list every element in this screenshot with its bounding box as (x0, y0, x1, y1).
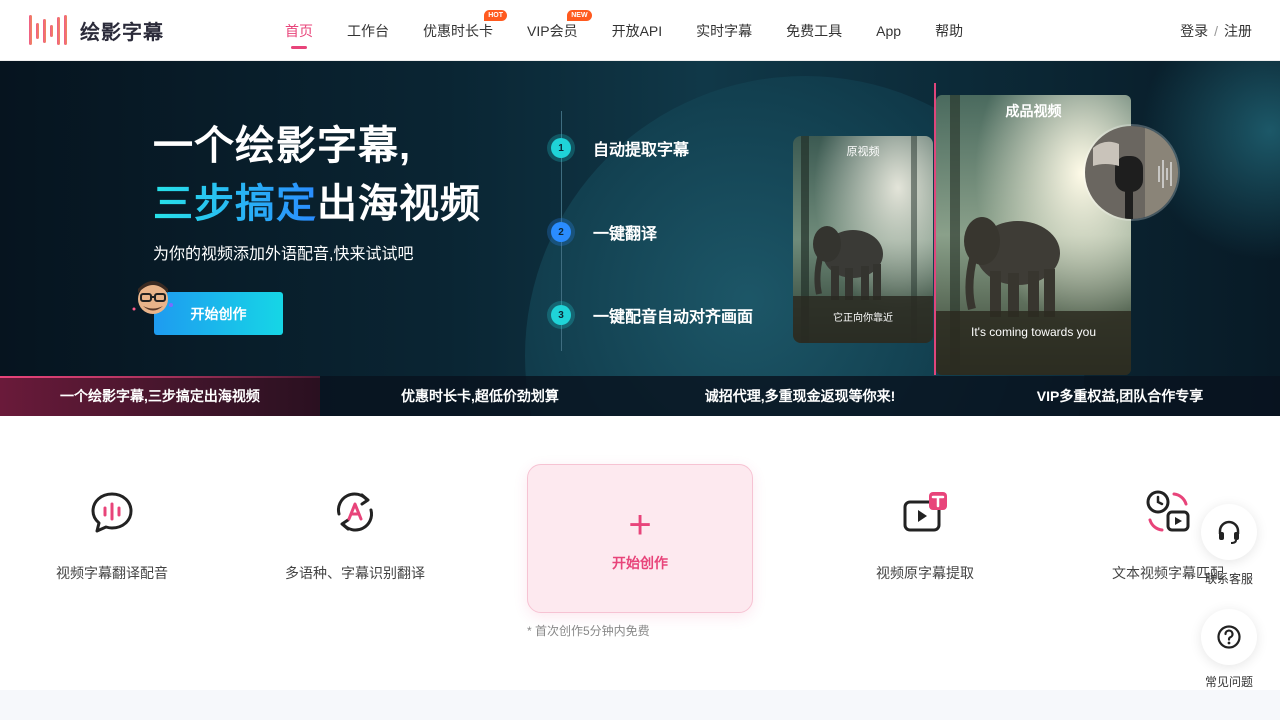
promo-label: 优惠时长卡,超低价劲划算 (401, 388, 559, 404)
hero-title-line2: 三步搞定出海视频 (153, 171, 481, 229)
voice-recording-thumbnail (1083, 124, 1180, 221)
speech-bubble-icon (91, 492, 133, 533)
feature-label: 视频字幕翻译配音 (56, 565, 168, 581)
plus-icon: + (628, 502, 652, 547)
original-video-caption: 它正向你靠近 (833, 313, 893, 324)
customer-service-label: 联系客服 (1204, 572, 1253, 586)
hero-start-label: 开始创作 (190, 305, 247, 322)
promo-item-duration-card[interactable]: 优惠时长卡,超低价劲划算 (320, 376, 640, 416)
step-1: 1 自动提取字幕 (551, 136, 689, 160)
auth-links: 登录 / 注册 (1180, 0, 1252, 61)
final-video-title: 成品视频 (1005, 103, 1062, 119)
feature-subtitle-extract[interactable]: 视频原字幕提取 (875, 488, 975, 583)
promo-label: 诚招代理,多重现金返现等你来! (704, 388, 896, 404)
nav-item-home[interactable]: 首页 (285, 0, 313, 61)
nav-item-vip[interactable]: VIP会员 NEW (527, 0, 592, 61)
hero-banner: 一个绘影字幕, 三步搞定出海视频 为你的视频添加外语配音,快来试试吧 开始创作 … (0, 61, 1280, 416)
nav-item-duration-card[interactable]: 优惠时长卡 HOT (423, 0, 507, 61)
waveform-logo-icon (29, 15, 67, 45)
nav-item-workspace[interactable]: 工作台 (347, 0, 389, 61)
brand-name: 绘影字幕 (80, 21, 164, 44)
free-trial-note: * 首次创作5分钟内免费 (527, 624, 650, 638)
promo-label: VIP多重权益,团队合作专享 (1036, 388, 1204, 404)
new-badge: NEW (567, 10, 592, 21)
nav-item-app[interactable]: App (876, 0, 901, 61)
main-nav: 首页 工作台 优惠时长卡 HOT VIP会员 NEW 开放API 实时字幕 免费… (268, 0, 980, 61)
step-2: 2 一键翻译 (551, 220, 657, 244)
features-section: 视频字幕翻译配音 多语种、字幕识别翻译 + 开始创作 * 首次创作5分钟内免费 … (0, 416, 1280, 690)
nav-item-label: 实时字幕 (696, 22, 753, 39)
start-create-card[interactable]: + 开始创作 (527, 464, 753, 613)
nav-item-label: 工作台 (347, 22, 389, 39)
nav-item-free-tools[interactable]: 免费工具 (786, 0, 842, 61)
nav-item-open-api[interactable]: 开放API (612, 0, 663, 61)
step-3: 3 一键配音自动对齐画面 (551, 303, 753, 327)
nav-item-label: 帮助 (935, 22, 964, 39)
faq-button[interactable] (1201, 609, 1257, 665)
top-header: 绘影字幕 首页 工作台 优惠时长卡 HOT VIP会员 NEW 开放API 实时… (0, 0, 1280, 61)
promo-strip: 一个绘影字幕,三步搞定出海视频 优惠时长卡,超低价劲划算 诚招代理,多重现金返现… (0, 376, 1280, 416)
question-circle-icon (1217, 625, 1241, 649)
faq-label: 常见问题 (1204, 675, 1253, 689)
original-video-title: 原视频 (846, 146, 880, 158)
step-label: 自动提取字幕 (593, 142, 690, 159)
hero-title-highlight: 三步搞定 (153, 182, 317, 226)
nav-item-realtime-subtitles[interactable]: 实时字幕 (696, 0, 752, 61)
step-label: 一键翻译 (593, 226, 658, 243)
auth-separator: / (1214, 22, 1218, 39)
hero-subtitle: 为你的视频添加外语配音,快来试试吧 (153, 246, 414, 263)
feature-multilang-recognize[interactable]: 多语种、字幕识别翻译 (284, 488, 426, 583)
final-video-caption: It's coming towards you (970, 325, 1096, 339)
feature-translate-dub[interactable]: 视频字幕翻译配音 (55, 488, 169, 583)
step-number: 3 (551, 305, 571, 325)
promo-item-vip[interactable]: VIP多重权益,团队合作专享 (960, 376, 1280, 416)
feature-label: 视频原字幕提取 (876, 565, 974, 581)
nav-item-help[interactable]: 帮助 (935, 0, 963, 61)
hero-title-line1: 一个绘影字幕, (153, 124, 412, 168)
feature-label: 多语种、字幕识别翻译 (285, 565, 425, 581)
hero-title-rest: 出海视频 (317, 182, 481, 226)
translate-cycle-icon (337, 492, 373, 532)
login-link[interactable]: 登录 (1180, 21, 1208, 41)
nav-item-label: 开放API (611, 22, 663, 39)
customer-service-button[interactable] (1201, 504, 1257, 560)
nav-item-label: VIP会员 (527, 22, 578, 39)
nav-item-label: 首页 (285, 22, 313, 39)
register-link[interactable]: 注册 (1224, 21, 1252, 41)
nav-item-label: 优惠时长卡 (423, 22, 493, 39)
promo-item-agent[interactable]: 诚招代理,多重现金返现等你来! (640, 376, 960, 416)
promo-item-hero[interactable]: 一个绘影字幕,三步搞定出海视频 (0, 376, 320, 416)
video-text-extract-icon (903, 492, 947, 532)
microphone-icon (1085, 126, 1178, 219)
next-section-band (0, 690, 1280, 720)
start-create-label: 开始创作 (612, 554, 668, 571)
promo-label: 一个绘影字幕,三步搞定出海视频 (60, 388, 260, 404)
step-number: 2 (551, 222, 571, 242)
headset-icon (1218, 520, 1240, 544)
clock-video-sync-icon (1146, 490, 1190, 532)
step-number: 1 (551, 138, 571, 158)
hot-badge: HOT (484, 10, 507, 21)
nav-item-label: App (876, 22, 902, 39)
nav-item-label: 免费工具 (786, 22, 843, 39)
step-label: 一键配音自动对齐画面 (593, 309, 754, 326)
cartoon-avatar-icon (132, 281, 173, 314)
original-video-card: 原视频 它正向你靠近 (793, 136, 933, 343)
brand-logo[interactable]: 绘影字幕 (28, 13, 164, 47)
